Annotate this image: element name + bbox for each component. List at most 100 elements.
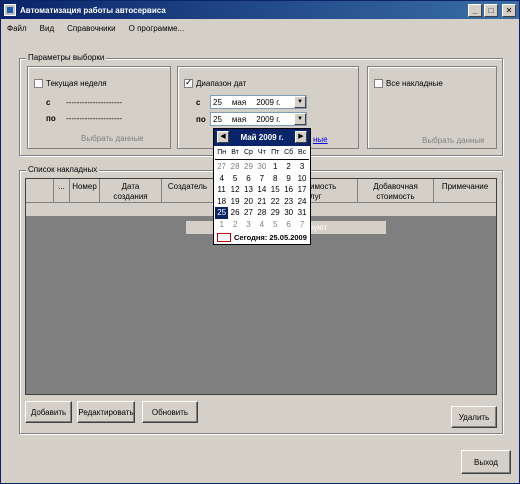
weekday: Сб xyxy=(284,149,294,156)
all-invoices-select-button[interactable]: Выбрать данные xyxy=(422,136,485,145)
calendar-day[interactable]: 22 xyxy=(269,196,282,208)
calendar-day[interactable]: 23 xyxy=(282,196,295,208)
close-button[interactable]: ✕ xyxy=(502,3,516,17)
exit-button[interactable]: Выход xyxy=(461,450,511,474)
selection-params-title: Параметры выборки xyxy=(26,53,107,62)
next-month-icon[interactable]: ▶ xyxy=(295,131,307,143)
column-header-creator[interactable]: Создатель xyxy=(162,179,214,203)
invoice-list-title: Список накладных xyxy=(26,165,100,174)
menu-references[interactable]: Справочники xyxy=(67,24,115,33)
all-invoices-checkbox[interactable] xyxy=(374,79,383,88)
current-week-from-value: --------------------- xyxy=(66,98,122,107)
calendar-week: 4 5 6 7 8 9 10 xyxy=(215,173,309,185)
calendar-days: 27 28 29 30 1 2 3 4 5 6 7 8 9 10 11 12 13 14 15 16 17 18 19 20 2… xyxy=(215,161,309,230)
column-header-added-cost[interactable]: Добавочная стоимость xyxy=(358,179,434,203)
calendar-day[interactable]: 5 xyxy=(269,219,282,231)
calendar-day[interactable]: 28 xyxy=(255,207,268,219)
edit-button[interactable]: Редактировать xyxy=(77,401,135,423)
calendar-month-title[interactable]: Май 2009 г. xyxy=(240,133,283,142)
column-header-note[interactable]: Примечание xyxy=(434,179,496,203)
column-header-created-date[interactable]: Дата создания xyxy=(100,179,162,203)
refresh-button[interactable]: Обновить xyxy=(142,401,198,423)
calendar-day[interactable]: 19 xyxy=(228,196,241,208)
column-header-more[interactable]: ... xyxy=(54,179,70,203)
date-range-label: Диапазон дат xyxy=(196,79,247,88)
date-to-day: 25 xyxy=(213,114,222,124)
all-invoices-panel: Все накладные Выбрать данные xyxy=(367,66,497,149)
calendar-day[interactable]: 12 xyxy=(228,184,241,196)
prev-month-icon[interactable]: ◀ xyxy=(217,131,229,143)
calendar-day[interactable]: 28 xyxy=(228,161,241,173)
calendar-day[interactable]: 21 xyxy=(255,196,268,208)
calendar-day[interactable]: 6 xyxy=(282,219,295,231)
calendar-week: 11 12 13 14 15 16 17 xyxy=(215,184,309,196)
current-week-to-value: --------------------- xyxy=(66,114,122,123)
date-from-dropdown-icon[interactable]: ▼ xyxy=(294,96,306,108)
minimize-button[interactable]: _ xyxy=(468,3,482,17)
calendar-day[interactable]: 1 xyxy=(215,219,228,231)
date-to-year: 2009 г. xyxy=(256,114,281,124)
calendar-day[interactable]: 7 xyxy=(295,219,308,231)
delete-button[interactable]: Удалить xyxy=(451,406,497,428)
maximize-button[interactable]: □ xyxy=(484,3,498,17)
column-header-selector xyxy=(26,179,54,203)
menu-file[interactable]: Файл xyxy=(7,24,27,33)
calendar-day[interactable]: 10 xyxy=(295,173,308,185)
date-from-day: 25 xyxy=(213,97,222,107)
calendar-day[interactable]: 2 xyxy=(282,161,295,173)
calendar-day[interactable]: 29 xyxy=(242,161,255,173)
calendar-day[interactable]: 4 xyxy=(215,173,228,185)
calendar-day[interactable]: 26 xyxy=(228,207,241,219)
calendar-day[interactable]: 3 xyxy=(242,219,255,231)
calendar-day[interactable]: 16 xyxy=(282,184,295,196)
date-range-select-link[interactable]: ные xyxy=(313,135,328,144)
calendar-day[interactable]: 30 xyxy=(282,207,295,219)
calendar-day[interactable]: 29 xyxy=(269,207,282,219)
calendar-day[interactable]: 27 xyxy=(215,161,228,173)
window-title: Автоматизация работы автосервиса xyxy=(20,5,166,15)
date-to-month: мая xyxy=(231,114,247,124)
calendar-day[interactable]: 31 xyxy=(295,207,308,219)
calendar-day[interactable]: 3 xyxy=(295,161,308,173)
calendar-day[interactable]: 20 xyxy=(242,196,255,208)
calendar-day[interactable]: 30 xyxy=(255,161,268,173)
calendar-day[interactable]: 9 xyxy=(282,173,295,185)
date-range-to-picker[interactable]: 25 мая 2009 г. ▼ xyxy=(210,112,307,126)
column-header-number[interactable]: Номер xyxy=(70,179,100,203)
calendar-weekdays: Пн Вт Ср Чт Пт Сб Вс xyxy=(215,149,309,160)
calendar-day[interactable]: 11 xyxy=(215,184,228,196)
add-button[interactable]: Добавить xyxy=(25,401,72,423)
menu-about[interactable]: О программе... xyxy=(129,24,185,33)
calendar-day[interactable]: 7 xyxy=(255,173,268,185)
date-from-month: мая xyxy=(231,97,247,107)
calendar-day[interactable]: 15 xyxy=(269,184,282,196)
date-range-from-picker[interactable]: 25 мая 2009 г. ▼ xyxy=(210,95,307,109)
current-week-select-button[interactable]: Выбрать данные xyxy=(81,134,144,143)
calendar-day[interactable]: 2 xyxy=(228,219,241,231)
current-week-to-label: по xyxy=(46,114,56,123)
calendar-day[interactable]: 5 xyxy=(228,173,241,185)
calendar-day[interactable]: 24 xyxy=(295,196,308,208)
current-week-from-label: с xyxy=(46,98,51,107)
calendar-week: 27 28 29 30 1 2 3 xyxy=(215,161,309,173)
date-range-to-label: по xyxy=(196,115,206,124)
calendar-day[interactable]: 6 xyxy=(242,173,255,185)
weekday: Вт xyxy=(231,149,239,156)
date-to-dropdown-icon[interactable]: ▼ xyxy=(294,113,306,125)
calendar-popup[interactable]: ◀ Май 2009 г. ▶ Пн Вт Ср Чт Пт Сб Вс 27 2… xyxy=(213,128,311,245)
calendar-today[interactable]: Сегодня: 25.05.2009 xyxy=(217,233,307,242)
date-range-checkbox[interactable] xyxy=(184,77,193,88)
calendar-week: 25 26 27 28 29 30 31 xyxy=(215,207,309,219)
calendar-day[interactable]: 27 xyxy=(242,207,255,219)
current-week-checkbox[interactable] xyxy=(34,79,43,88)
calendar-day[interactable]: 4 xyxy=(255,219,268,231)
calendar-day[interactable]: 14 xyxy=(255,184,268,196)
calendar-day[interactable]: 18 xyxy=(215,196,228,208)
calendar-day[interactable]: 8 xyxy=(269,173,282,185)
menu-view[interactable]: Вид xyxy=(40,24,54,33)
calendar-day[interactable]: 1 xyxy=(269,161,282,173)
calendar-day[interactable]: 25 xyxy=(215,207,229,219)
calendar-day[interactable]: 17 xyxy=(295,184,308,196)
current-week-label: Текущая неделя xyxy=(46,79,107,88)
calendar-day[interactable]: 13 xyxy=(242,184,255,196)
